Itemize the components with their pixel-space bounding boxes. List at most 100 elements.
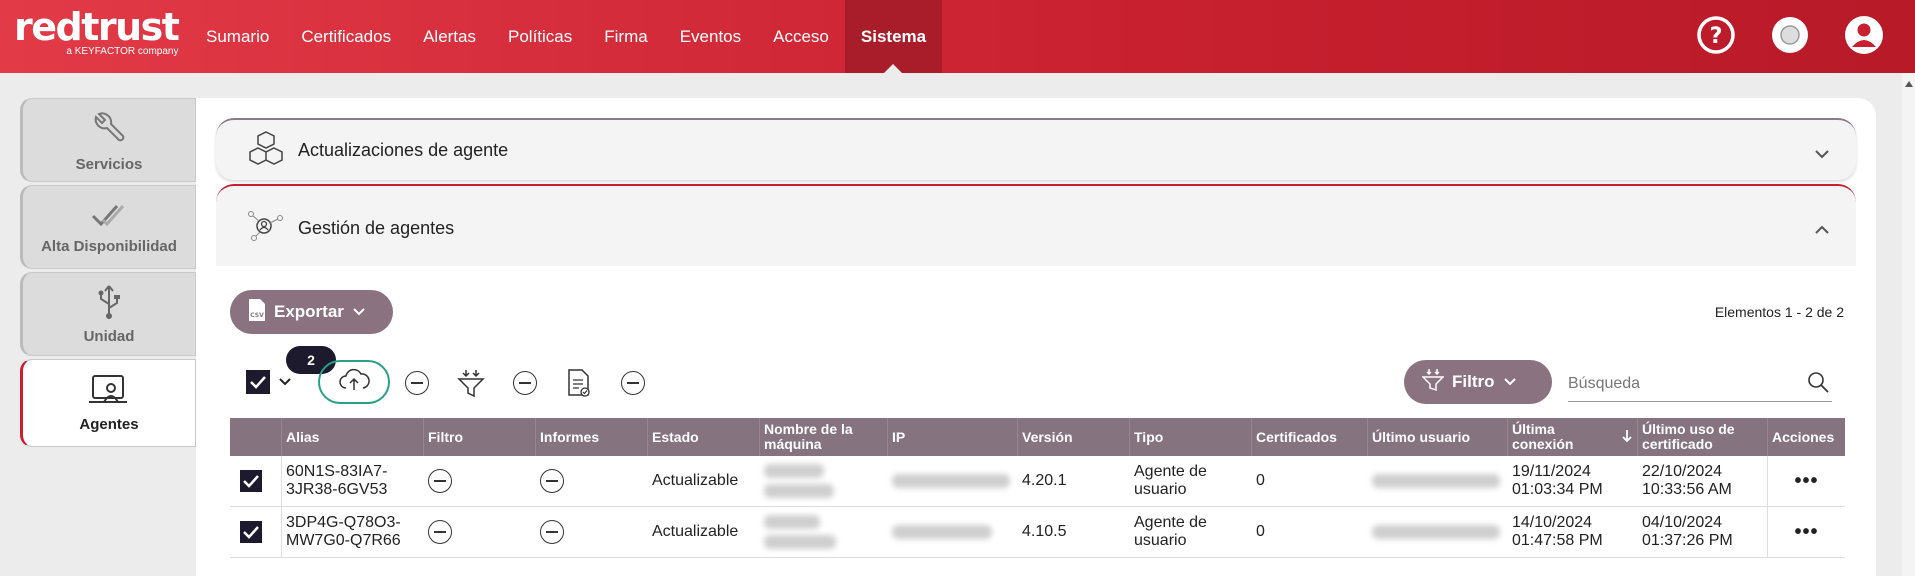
upload-update-button[interactable]	[318, 360, 390, 404]
minus-circle-icon[interactable]	[428, 469, 452, 493]
minus-circle-icon[interactable]	[510, 368, 540, 398]
cell-version: 4.20.1	[1022, 472, 1067, 489]
more-dots-icon: •••	[1794, 470, 1819, 492]
agent-monitor-icon	[89, 374, 129, 416]
sidebar-item-unidad[interactable]: Unidad	[20, 272, 196, 356]
nav-item-alertas[interactable]: Alertas	[407, 0, 492, 73]
header-certificados[interactable]: Certificados	[1252, 418, 1368, 456]
header-estado[interactable]: Estado	[648, 418, 760, 456]
cell-nombre-maquina-blurred	[760, 456, 888, 506]
cell-ip-blurred	[888, 456, 1018, 506]
export-button[interactable]: CSV Exportar	[230, 290, 393, 334]
header-ultima-conexion-label: Última conexión	[1512, 421, 1574, 452]
header-acciones: Acciones	[1772, 428, 1835, 445]
cell-informes	[536, 456, 648, 506]
row-actions-button[interactable]: •••	[1768, 507, 1845, 557]
header-ultima-conexion[interactable]: Última conexión	[1508, 418, 1638, 456]
cell-certificados: 0	[1256, 472, 1265, 489]
cell-ultima-conexion: 14/10/2024 01:47:58 PM	[1512, 514, 1603, 549]
cell-ultimo-usuario-blurred	[1368, 456, 1508, 506]
sidebar-item-label: Agentes	[79, 415, 139, 433]
row-checkbox-cell	[230, 456, 282, 506]
cell-nombre-maquina-blurred	[760, 507, 888, 557]
sidebar: Servicios Alta Disponibilidad Unidad Age…	[20, 98, 196, 450]
user-icon[interactable]	[1843, 14, 1885, 56]
sidebar-item-servicios[interactable]: Servicios	[20, 98, 196, 182]
chevron-down-icon	[1503, 372, 1517, 392]
cell-filtro	[424, 507, 536, 557]
minus-circle-icon[interactable]	[618, 368, 648, 398]
status-dot-icon[interactable]	[1769, 14, 1811, 56]
minus-circle-icon[interactable]	[428, 520, 452, 544]
cell-ultimo-usuario-blurred	[1368, 507, 1508, 557]
page-scrollbar[interactable]	[1902, 73, 1915, 576]
double-check-icon	[89, 200, 129, 238]
filter-button[interactable]: Filtro	[1404, 360, 1552, 404]
cell-version: 4.10.5	[1022, 523, 1067, 540]
nav-item-politicas[interactable]: Políticas	[492, 0, 588, 73]
agent-network-icon	[246, 208, 286, 249]
help-icon[interactable]: ?	[1695, 14, 1737, 56]
agent-management-content: CSV Exportar Elementos 1 - 2 de 2 2 Filt…	[216, 266, 1856, 566]
svg-text:CSV: CSV	[250, 312, 264, 319]
search-input[interactable]	[1568, 374, 1788, 393]
header-version[interactable]: Versión	[1018, 418, 1130, 456]
chevron-down-icon[interactable]	[1814, 144, 1830, 165]
header-ultimo-usuario[interactable]: Último usuario	[1368, 418, 1508, 456]
filter-funnel-icon	[1421, 368, 1445, 397]
row-actions-button[interactable]: •••	[1768, 456, 1845, 506]
header-tipo[interactable]: Tipo	[1130, 418, 1252, 456]
nav-item-eventos[interactable]: Eventos	[664, 0, 757, 73]
table-row[interactable]: 3DP4G-Q78O3-MW7G0-Q7R66 Actualizable 4.1…	[230, 507, 1845, 558]
sidebar-item-alta-disponibilidad[interactable]: Alta Disponibilidad	[20, 185, 196, 269]
accordion-agent-management[interactable]: Gestión de agentes	[216, 184, 1856, 266]
search-box	[1568, 366, 1832, 402]
report-document-icon[interactable]	[564, 368, 594, 398]
header-select	[230, 418, 282, 456]
sidebar-item-label: Alta Disponibilidad	[41, 237, 177, 255]
csv-file-icon: CSV	[248, 298, 266, 327]
nav-item-sistema[interactable]: Sistema	[844, 0, 943, 74]
header-ip[interactable]: IP	[888, 418, 1018, 456]
nav-item-certificados[interactable]: Certificados	[285, 0, 407, 73]
cell-estado: Actualizable	[652, 472, 739, 489]
minus-circle-icon[interactable]	[540, 469, 564, 493]
accordion-agent-updates[interactable]: Actualizaciones de agente	[216, 118, 1856, 180]
header-filtro[interactable]: Filtro	[424, 418, 536, 456]
table-row[interactable]: 60N1S-83IA7-3JR38-6GV53 Actualizable 4.2…	[230, 456, 1845, 507]
brand-logo[interactable]: redtrust a KEYFACTOR company	[14, 5, 180, 57]
chevron-down-icon	[352, 302, 366, 322]
table-header: Alias Filtro Informes Estado Nombre de l…	[230, 418, 1845, 456]
row-checkbox[interactable]	[240, 470, 262, 492]
sort-down-arrow-icon[interactable]	[1621, 429, 1633, 446]
export-label: Exportar	[274, 302, 344, 321]
header-informes[interactable]: Informes	[536, 418, 648, 456]
cell-informes	[536, 507, 648, 557]
nav-item-acceso[interactable]: Acceso	[757, 0, 845, 73]
nav-item-firma[interactable]: Firma	[588, 0, 663, 73]
cell-certificados: 0	[1256, 523, 1265, 540]
search-icon[interactable]	[1806, 370, 1830, 399]
header-ultimo-uso-certificado[interactable]: Último uso de certificado	[1638, 418, 1768, 456]
scroll-up-arrow-icon[interactable]	[1904, 81, 1913, 87]
minus-circle-icon[interactable]	[402, 368, 432, 398]
minus-circle-icon[interactable]	[540, 520, 564, 544]
chevron-up-icon[interactable]	[1814, 220, 1830, 241]
cell-ultima-conexion: 19/11/2024 01:03:34 PM	[1512, 463, 1603, 498]
agents-table: Alias Filtro Informes Estado Nombre de l…	[230, 418, 1845, 558]
sidebar-item-agentes[interactable]: Agentes	[20, 359, 196, 447]
svg-text:?: ?	[1710, 24, 1723, 49]
cell-filtro	[424, 456, 536, 506]
accordion-title: Gestión de agentes	[298, 217, 455, 238]
chevron-down-icon[interactable]	[278, 374, 292, 392]
brand-name: redtrust	[14, 5, 180, 49]
filter-funnel-icon[interactable]	[456, 368, 486, 398]
sidebar-item-label: Unidad	[83, 327, 135, 345]
header-alias[interactable]: Alias	[282, 418, 424, 456]
row-checkbox[interactable]	[240, 521, 262, 543]
nav-item-sumario[interactable]: Sumario	[190, 0, 285, 73]
select-all-checkbox[interactable]	[246, 370, 270, 394]
main-panel: Actualizaciones de agente Gestión de age…	[196, 98, 1876, 576]
header-nombre-maquina[interactable]: Nombre de la máquina	[760, 418, 888, 456]
row-checkbox-cell	[230, 507, 282, 557]
